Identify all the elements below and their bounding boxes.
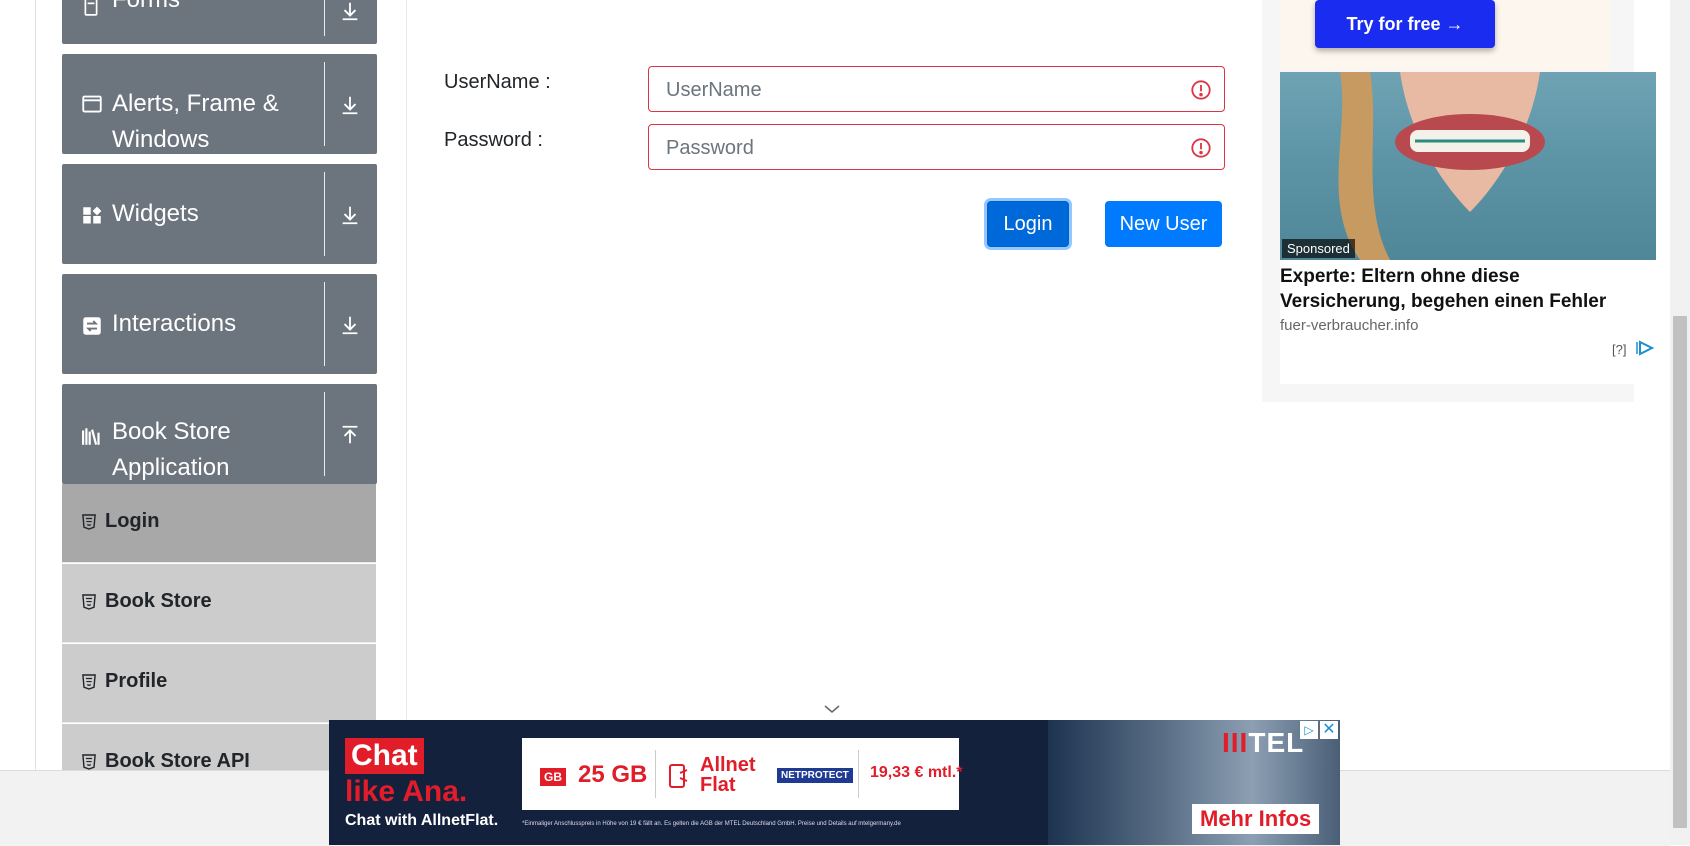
html5-icon	[82, 594, 98, 612]
adchoices-icon[interactable]: ▷	[1300, 721, 1318, 739]
chevron-down-icon[interactable]	[339, 0, 365, 26]
sidebar-group-interactions[interactable]: Interactions	[62, 274, 377, 374]
sidebar-item-label: Book Store	[105, 590, 212, 612]
ad-allnet-flat: Allnet Flat	[700, 754, 756, 796]
divider	[324, 0, 325, 36]
divider	[655, 750, 656, 798]
password-field[interactable]	[648, 124, 1225, 171]
chevron-down-icon[interactable]	[339, 204, 365, 230]
sidebar-item-login[interactable]: Login	[62, 484, 376, 563]
username-input[interactable]	[664, 67, 1178, 113]
chevron-down-icon[interactable]	[339, 94, 365, 120]
html5-icon	[82, 674, 98, 692]
login-button[interactable]: Login	[987, 201, 1069, 247]
widgets-icon	[82, 206, 104, 228]
books-icon	[82, 426, 104, 448]
new-user-button[interactable]: New User	[1105, 201, 1222, 247]
ad-subline: Chat with AllnetFlat.	[345, 812, 499, 829]
divider	[858, 750, 859, 798]
password-label: Password :	[444, 129, 543, 151]
ad-headline[interactable]: Experte: Eltern ohne diese Versicherung,…	[1280, 264, 1650, 314]
ad-image[interactable]	[1280, 72, 1656, 260]
sidebar-group-widgets[interactable]: Widgets	[62, 164, 377, 264]
sidebar-group-title: Interactions	[112, 310, 237, 337]
ad-chat-text: Chat	[345, 738, 424, 774]
sidebar-item-label: Login	[105, 510, 160, 532]
error-icon	[1190, 79, 1212, 101]
interactions-icon	[82, 316, 104, 338]
username-label: UserName :	[444, 71, 551, 93]
mehr-infos-button[interactable]: Mehr Infos	[1192, 804, 1320, 834]
chevron-up-icon[interactable]	[339, 424, 365, 450]
chevron-down-icon[interactable]	[339, 314, 365, 340]
ad-brand-logo: IIITEL	[1222, 727, 1305, 758]
sidebar-group-title: Alerts, Frame & Windows	[112, 90, 279, 153]
scrollbar-thumb[interactable]	[1673, 316, 1687, 828]
sidebar-group-title: Book Store Application	[112, 418, 231, 481]
content-divider	[406, 0, 407, 770]
sidebar-item-profile[interactable]: Profile	[62, 644, 376, 723]
window-icon	[82, 94, 104, 116]
ad-domain[interactable]: fuer-verbraucher.info	[1280, 317, 1418, 334]
phone-icon	[668, 763, 690, 789]
try-for-free-button[interactable]: Try for free →	[1315, 0, 1495, 48]
ad-gb-amount: 25 GB	[578, 761, 648, 788]
sidebar-group-title: Forms	[112, 0, 302, 18]
divider	[324, 282, 325, 366]
password-input[interactable]	[664, 125, 1178, 171]
ad-gb-tag: GB	[540, 768, 566, 786]
divider	[324, 62, 325, 146]
sidebar-item-book-store[interactable]: Book Store	[62, 564, 376, 643]
ad-help-link[interactable]: [?]	[1612, 342, 1626, 357]
page-left-border	[35, 0, 36, 770]
sidebar-group-forms[interactable]: Forms	[62, 0, 377, 44]
username-field[interactable]	[648, 66, 1225, 113]
close-icon[interactable]: ✕	[1320, 721, 1338, 739]
sidebar-group-alerts-frame-windows[interactable]: Alerts, Frame & Windows	[62, 54, 377, 154]
html5-icon	[82, 514, 98, 532]
ad-netprotect-badge: NETPROTECT	[777, 768, 853, 783]
sponsored-badge: Sponsored	[1282, 239, 1355, 258]
divider	[324, 172, 325, 256]
sidebar-item-label: Profile	[105, 670, 168, 692]
sidebar-group-title: Widgets	[112, 200, 199, 227]
sidebar-group-book-store-application[interactable]: Book Store Application	[62, 384, 377, 484]
ad-brand-name: TEL	[1248, 727, 1305, 758]
divider	[324, 392, 325, 476]
error-icon	[1190, 137, 1212, 159]
form-icon	[82, 0, 104, 20]
ad-fineprint: *Einmaliger Anschlusspreis in Höhe von 1…	[522, 821, 901, 827]
adchoices-icon[interactable]	[1636, 340, 1655, 356]
ad-price: 19,33 € mtl.*	[870, 764, 963, 781]
chevron-down-icon[interactable]	[823, 702, 841, 714]
ad-like-text: like Ana.	[345, 775, 468, 808]
